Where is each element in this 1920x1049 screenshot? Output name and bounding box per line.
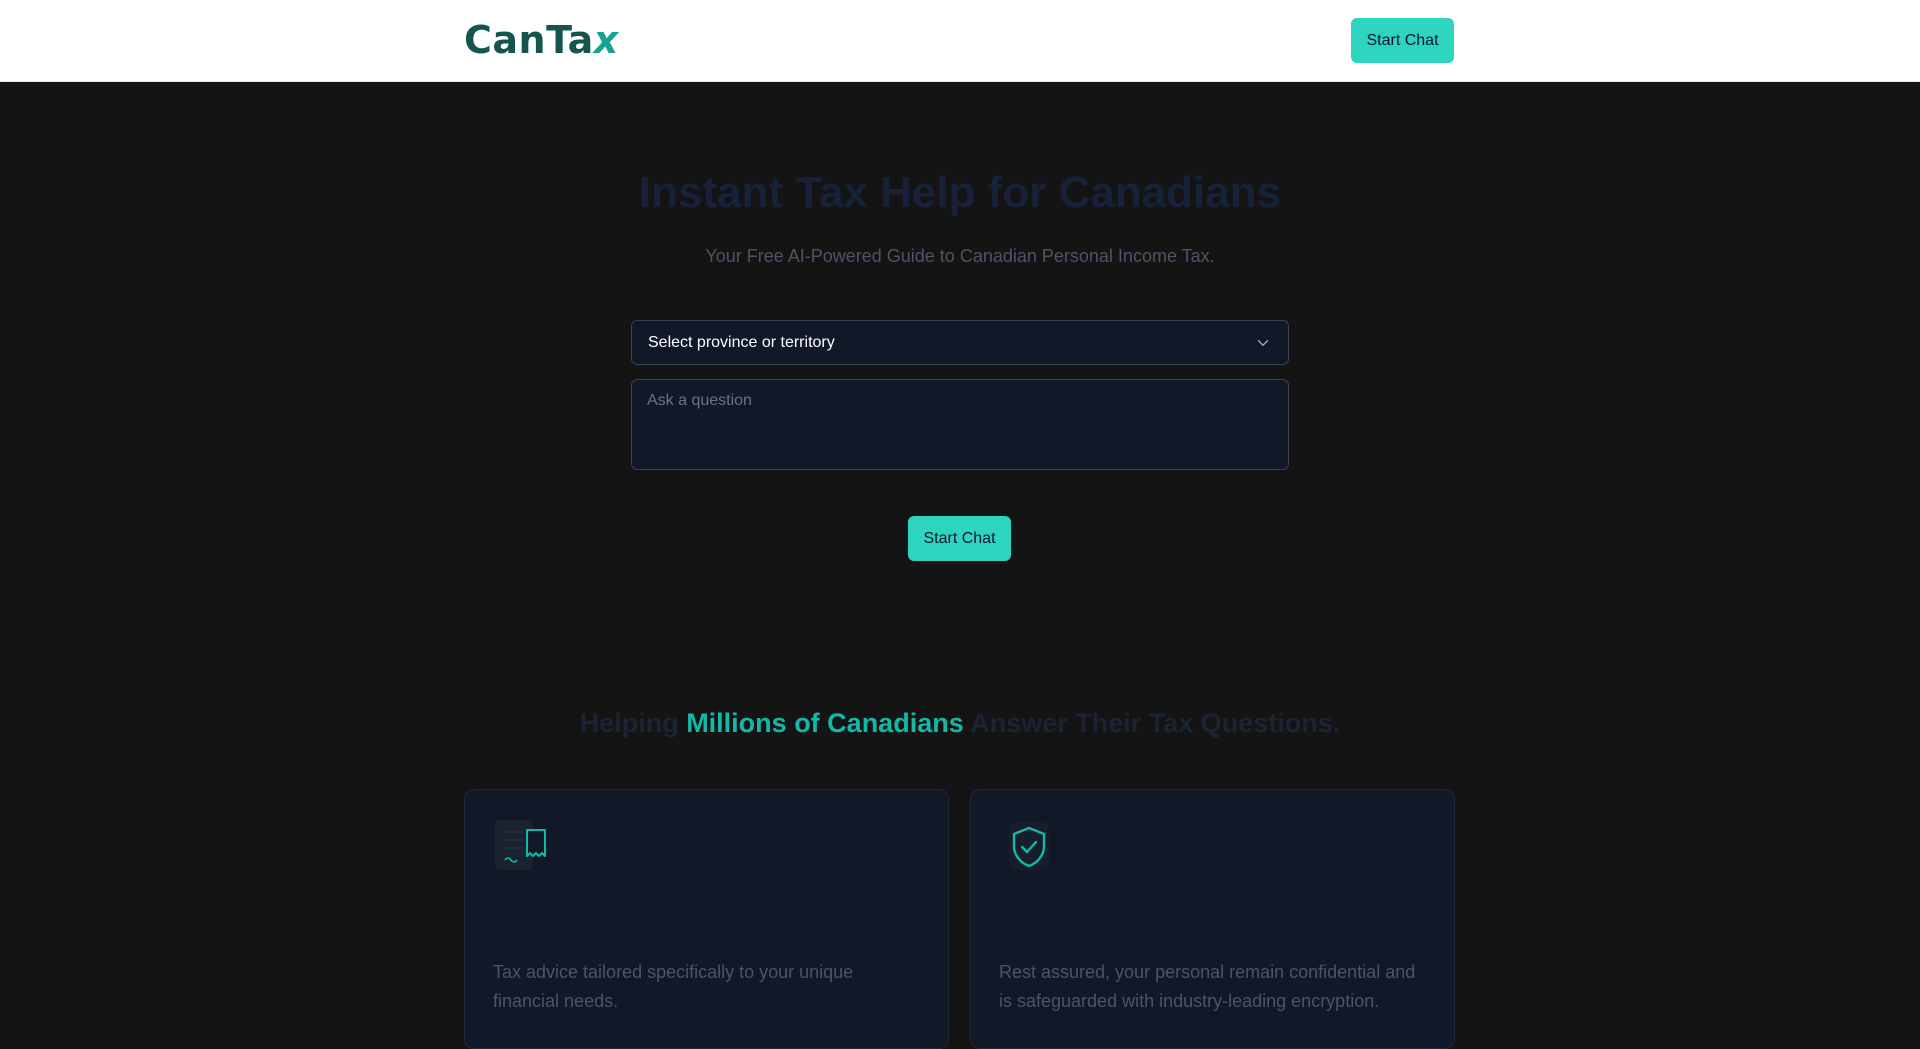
card-text: Tax advice tailored specifically to your…	[493, 962, 854, 1011]
receipt-document-icon	[495, 820, 546, 870]
chevron-down-icon	[1257, 340, 1269, 346]
hero-title: Instant Tax Help for Canadians	[638, 168, 1282, 217]
feature-card-personalized: Tax advice tailored specifically to your…	[464, 789, 949, 1049]
start-chat-button[interactable]: Start Chat	[908, 516, 1011, 561]
section-title-highlight: Millions of Canadians	[686, 708, 964, 738]
card-text: Rest assured, your personal remain confi…	[999, 962, 1416, 1011]
question-input[interactable]	[631, 379, 1289, 470]
section-title: Helping Millions of Canadians Answer The…	[0, 708, 1920, 739]
logo-accent: x	[593, 18, 619, 62]
shield-check-icon	[1009, 822, 1049, 870]
site-header: CanTa x Start Chat	[0, 0, 1920, 82]
feature-card-privacy: Rest assured, your personal remain confi…	[970, 789, 1455, 1049]
section-title-suffix: Answer Their Tax Questions.	[963, 708, 1341, 738]
logo-text: CanTa	[464, 18, 594, 62]
cantax-logo[interactable]: CanTa x	[464, 18, 619, 62]
province-select-value: Select province or territory	[648, 333, 835, 351]
province-select[interactable]: Select province or territory	[631, 320, 1289, 365]
hero-subtitle: Your Free AI-Powered Guide to Canadian P…	[705, 246, 1215, 266]
header-start-chat-button[interactable]: Start Chat	[1351, 18, 1454, 63]
section-title-prefix: Helping	[579, 708, 687, 738]
